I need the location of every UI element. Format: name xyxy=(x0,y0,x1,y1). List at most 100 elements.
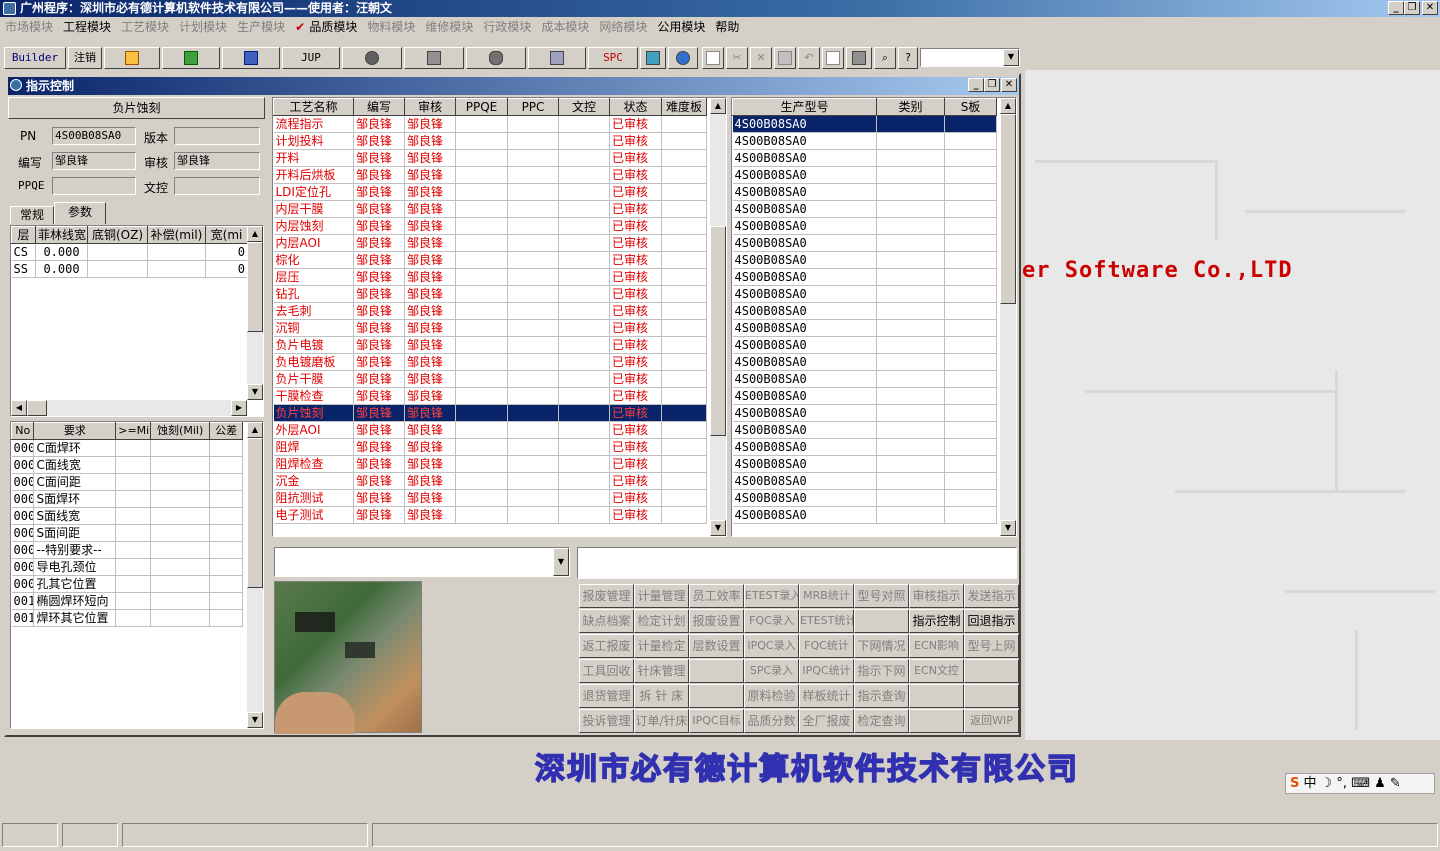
scroll-thumb[interactable] xyxy=(247,438,263,588)
grid-button-4-7[interactable] xyxy=(964,684,1019,708)
process-row[interactable]: 负电镀磨板 邹良锋 邹良锋 已审核 xyxy=(273,353,707,371)
version-field[interactable] xyxy=(174,127,260,145)
grid-button-2-6[interactable]: ECN影响 xyxy=(909,634,964,658)
grid-button-4-3[interactable]: 原料检验 xyxy=(744,684,799,708)
column-header[interactable]: No xyxy=(10,422,35,440)
scroll-down-icon[interactable]: ▼ xyxy=(1000,520,1016,536)
model-row[interactable]: 4S00B08SA0 xyxy=(732,455,997,473)
layer-hscroll[interactable]: ◀ ▶ xyxy=(11,400,247,416)
help-button[interactable]: ? xyxy=(898,47,918,69)
grid-button-1-5[interactable] xyxy=(854,609,909,633)
grid-button-0-7[interactable]: 发送指示 xyxy=(964,584,1019,608)
scroll-right-icon[interactable]: ▶ xyxy=(231,400,247,416)
grid-button-4-0[interactable]: 退货管理 xyxy=(579,684,634,708)
model-row[interactable]: 4S00B08SA0 xyxy=(732,302,997,320)
model-row[interactable]: 4S00B08SA0 xyxy=(732,234,997,252)
grid-button-1-6[interactable]: 指示控制 xyxy=(909,609,964,633)
menu-item-3[interactable]: 计划模块 xyxy=(174,17,232,37)
pn-field[interactable]: 4S00B08SA0 xyxy=(52,127,136,145)
chevron-down-icon[interactable]: ▼ xyxy=(553,548,569,576)
column-header[interactable]: 生产型号 xyxy=(732,98,877,116)
scroll-thumb[interactable] xyxy=(710,226,726,436)
model-row[interactable]: 4S00B08SA0 xyxy=(732,438,997,456)
scroll-thumb[interactable] xyxy=(1000,114,1016,304)
requirement-row[interactable]: 001 椭圆焊环短向 xyxy=(11,592,243,610)
grid-button-0-0[interactable]: 报废管理 xyxy=(579,584,634,608)
column-header[interactable]: 编写 xyxy=(353,98,405,116)
model-row[interactable]: 4S00B08SA0 xyxy=(732,353,997,371)
column-header[interactable]: S板 xyxy=(944,98,997,116)
grid-button-5-1[interactable]: 订单/针床 xyxy=(634,709,689,733)
find-button[interactable]: ⌕ xyxy=(874,47,896,69)
scroll-left-icon[interactable]: ◀ xyxy=(11,400,27,416)
word-button[interactable] xyxy=(222,47,280,69)
process-row[interactable]: 流程指示 邹良锋 邹良锋 已审核 xyxy=(273,115,707,133)
grid-button-5-4[interactable]: 全厂报废 xyxy=(799,709,854,733)
menu-item-11[interactable]: 公用模块 xyxy=(652,17,710,37)
model-row[interactable]: 4S00B08SA0 xyxy=(732,421,997,439)
process-row[interactable]: 层压 邹良锋 邹良锋 已审核 xyxy=(273,268,707,286)
grid-button-2-5[interactable]: 下网情况 xyxy=(854,634,909,658)
model-row[interactable]: 4S00B08SA0 xyxy=(732,251,997,269)
grid-button-2-4[interactable]: FQC统计 xyxy=(799,634,854,658)
req-vscroll[interactable]: ▲ ▼ xyxy=(247,422,263,728)
column-header[interactable]: PPC xyxy=(507,98,559,116)
ime-status-bar[interactable]: S 中 ☽ °, ⌨ ♟ ✎ xyxy=(1285,773,1435,794)
toolbar-combo[interactable]: ▼ xyxy=(920,48,1020,67)
undo-button[interactable]: ↶ xyxy=(798,47,820,69)
menu-item-9[interactable]: 成本模块 xyxy=(536,17,594,37)
scroll-down-icon[interactable]: ▼ xyxy=(247,384,263,400)
grid-button-3-0[interactable]: 工具回收 xyxy=(579,659,634,683)
process-row[interactable]: LDI定位孔 邹良锋 邹良锋 已审核 xyxy=(273,183,707,201)
process-row[interactable]: 负片蚀刻 邹良锋 邹良锋 已审核 xyxy=(273,404,707,422)
model-row[interactable]: 4S00B08SA0 xyxy=(732,387,997,405)
column-header[interactable]: 审核 xyxy=(404,98,456,116)
grid-button-2-7[interactable]: 型号上网 xyxy=(964,634,1019,658)
requirement-row[interactable]: 001 焊环其它位置 xyxy=(11,609,243,627)
column-header[interactable]: 文控 xyxy=(558,98,610,116)
view-button[interactable] xyxy=(342,47,402,69)
grid-button-5-6[interactable] xyxy=(909,709,964,733)
process-row[interactable]: 开料后烘板 邹良锋 邹良锋 已审核 xyxy=(273,166,707,184)
process-row[interactable]: 计划投料 邹良锋 邹良锋 已审核 xyxy=(273,132,707,150)
grid-button-3-5[interactable]: 指示下网 xyxy=(854,659,909,683)
process-row[interactable]: 沉铜 邹良锋 邹良锋 已审核 xyxy=(273,319,707,337)
column-header[interactable]: 工艺名称 xyxy=(273,98,354,116)
model-row[interactable]: 4S00B08SA0 xyxy=(732,183,997,201)
hscroll-thumb[interactable] xyxy=(27,400,47,416)
grid-button-1-2[interactable]: 报废设置 xyxy=(689,609,744,633)
column-header[interactable]: 宽(mi xyxy=(205,226,248,244)
layer-row[interactable]: CS 0.000 0 xyxy=(11,243,248,261)
delete-button[interactable]: ✕ xyxy=(750,47,772,69)
powerpoint-button[interactable] xyxy=(104,47,160,69)
column-header[interactable]: 要求 xyxy=(33,422,117,440)
grid-button-3-1[interactable]: 针床管理 xyxy=(634,659,689,683)
process-row[interactable]: 去毛刺 邹良锋 邹良锋 已审核 xyxy=(273,302,707,320)
scroll-up-icon[interactable]: ▲ xyxy=(247,226,263,242)
column-header[interactable]: 层 xyxy=(11,226,36,244)
requirement-row[interactable]: 000 S面焊环 xyxy=(11,490,243,508)
grid-button-5-7[interactable]: 返回WIP xyxy=(964,709,1019,733)
new-button[interactable] xyxy=(702,47,724,69)
grid-button-4-2[interactable] xyxy=(689,684,744,708)
grid-button-5-2[interactable]: IPQC目标 xyxy=(689,709,744,733)
grid-button-1-3[interactable]: FQC录入 xyxy=(744,609,799,633)
process-vscroll[interactable]: ▲ ▼ xyxy=(710,98,726,536)
print-button[interactable] xyxy=(846,47,872,69)
grid-button-0-2[interactable]: 员工效率 xyxy=(689,584,744,608)
model-row[interactable]: 4S00B08SA0 xyxy=(732,336,997,354)
menu-item-5[interactable]: ✔ 品质模块 xyxy=(290,17,362,37)
requirement-row[interactable]: 000 S面间距 xyxy=(11,524,243,542)
model-row[interactable]: 4S00B08SA0 xyxy=(732,506,997,524)
minimize-button[interactable]: _ xyxy=(1388,1,1404,15)
model-row[interactable]: 4S00B08SA0 xyxy=(732,149,997,167)
process-row[interactable]: 内层蚀刻 邹良锋 邹良锋 已审核 xyxy=(273,217,707,235)
grid-button-4-6[interactable] xyxy=(909,684,964,708)
menu-item-4[interactable]: 生产模块 xyxy=(232,17,290,37)
menu-item-7[interactable]: 维修模块 xyxy=(420,17,478,37)
process-row[interactable]: 沉金 邹良锋 邹良锋 已审核 xyxy=(273,472,707,490)
model-row[interactable]: 4S00B08SA0 xyxy=(732,489,997,507)
process-row[interactable]: 阻抗测试 邹良锋 邹良锋 已审核 xyxy=(273,489,707,507)
model-row[interactable]: 4S00B08SA0 xyxy=(732,319,997,337)
excel-button[interactable] xyxy=(162,47,220,69)
